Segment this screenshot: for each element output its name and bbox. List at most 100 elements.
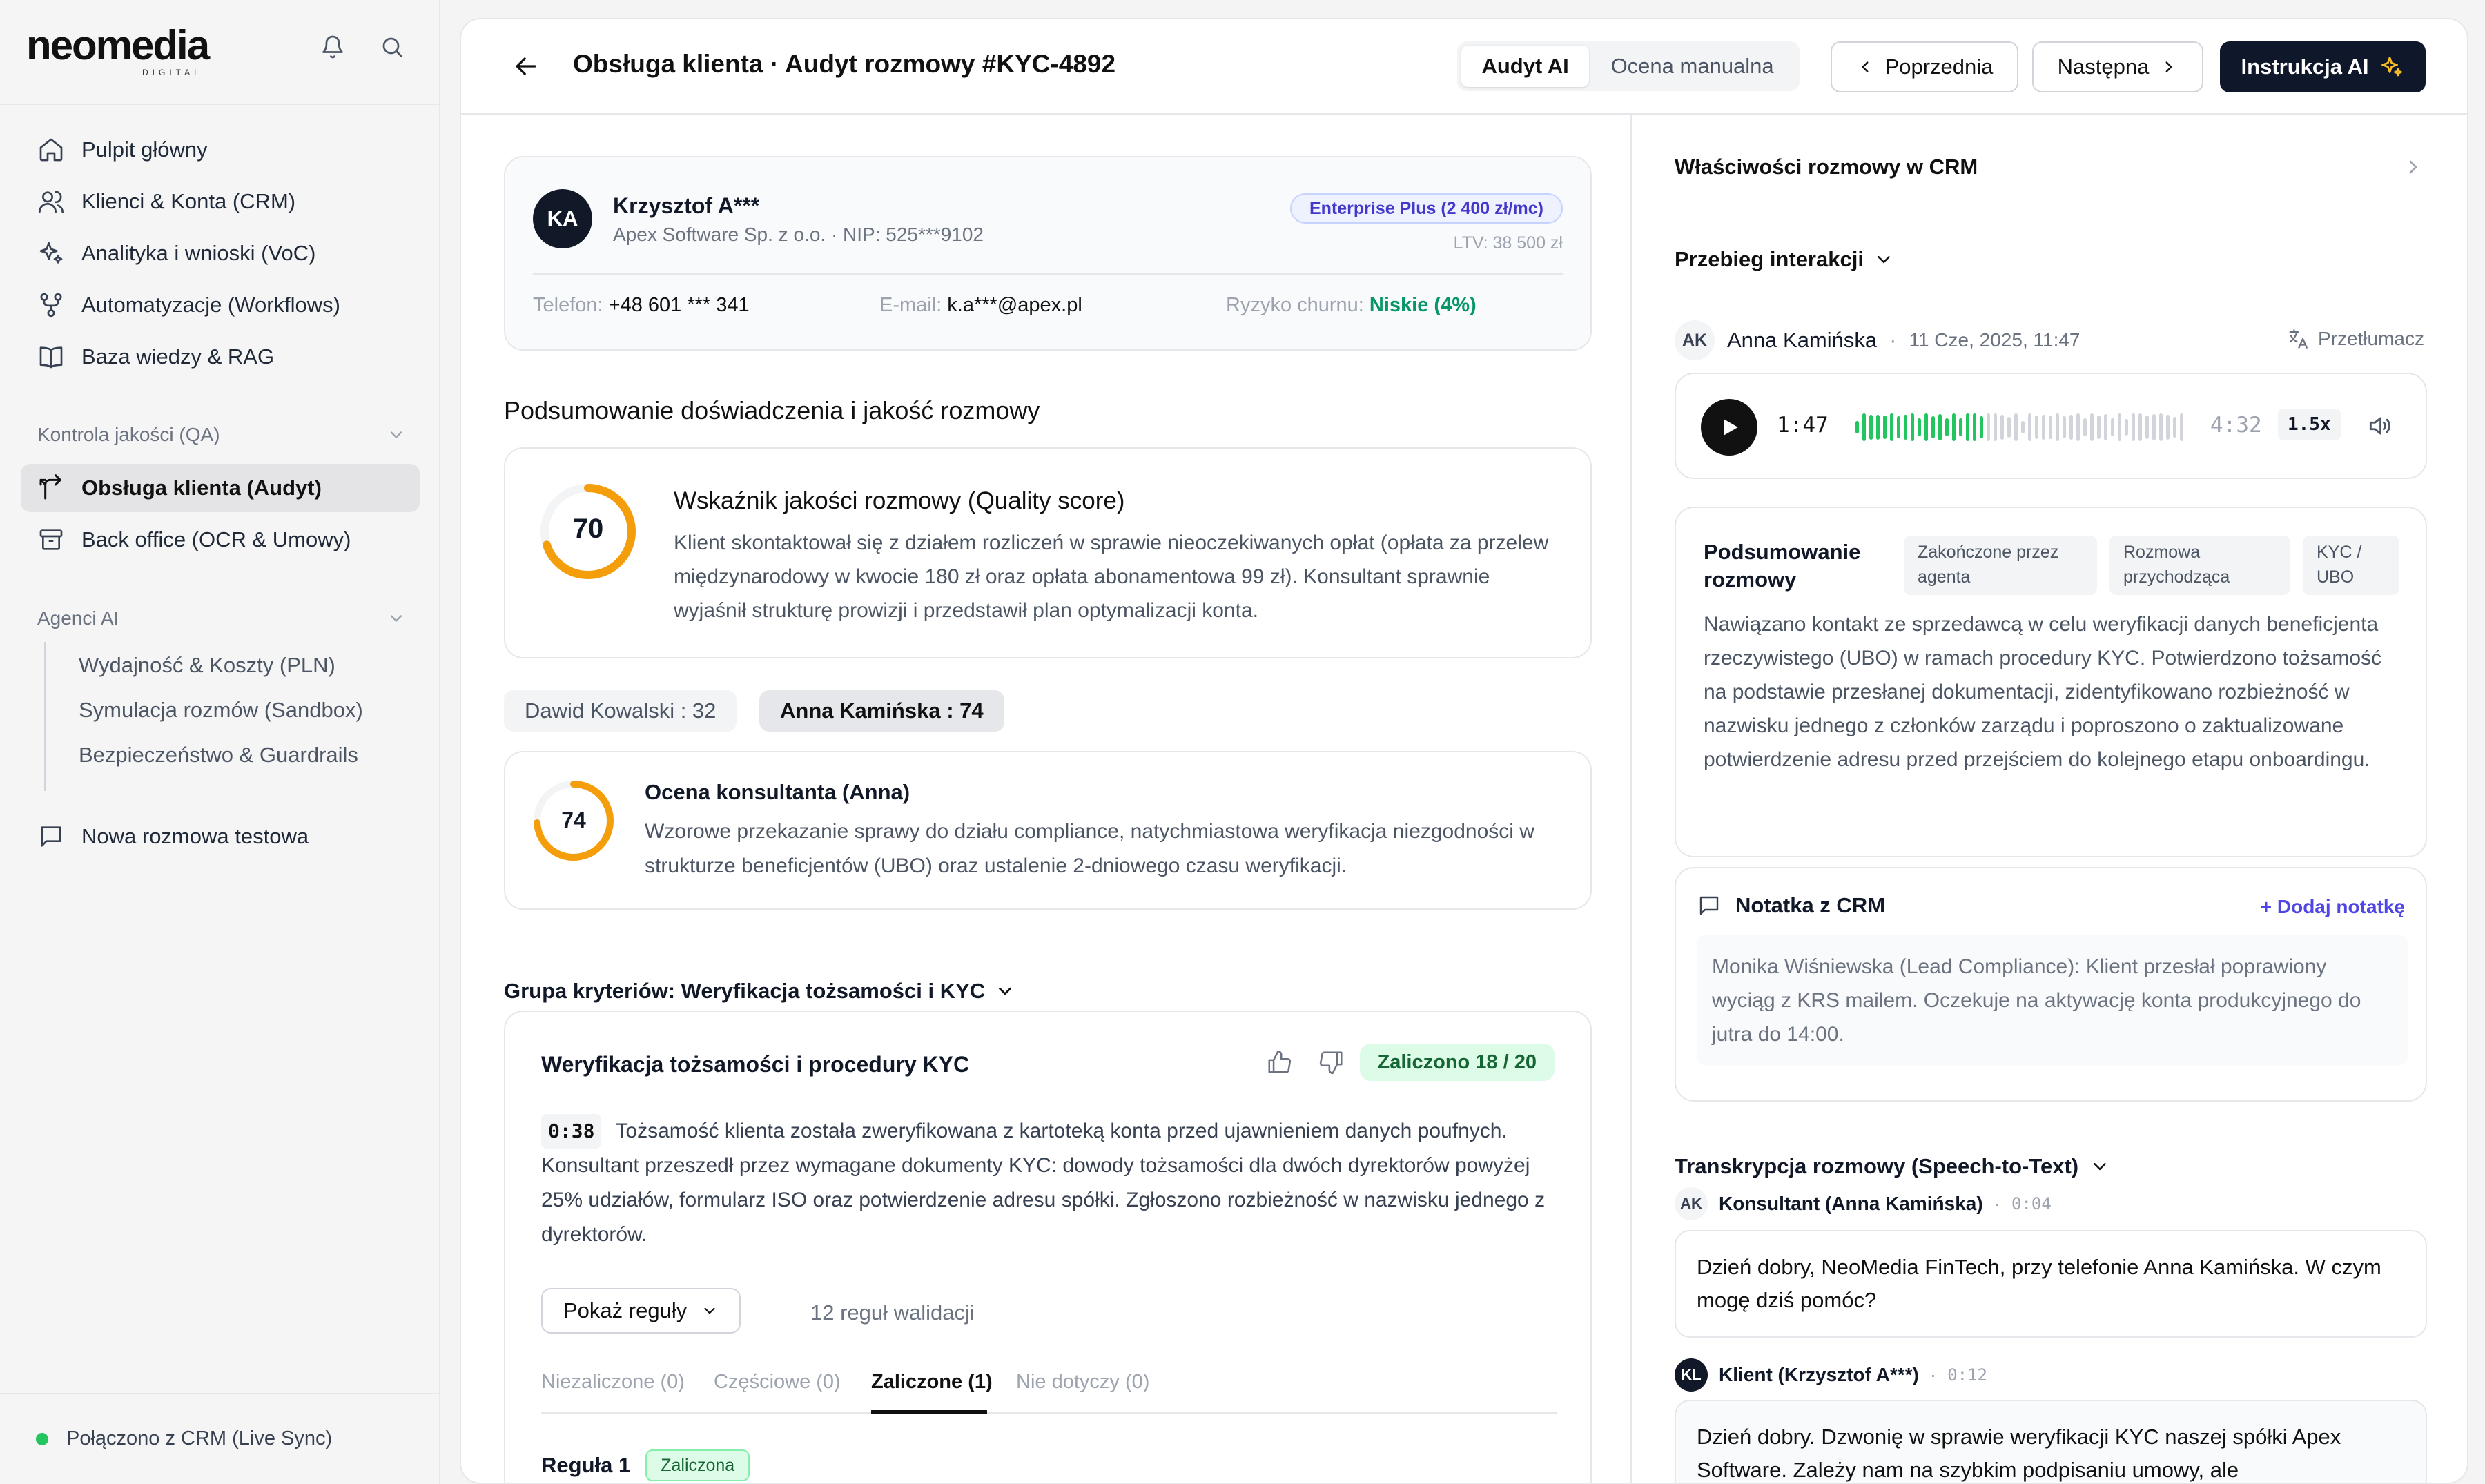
nav-item-back-office[interactable]: Back office (OCR & Umowy): [21, 516, 420, 564]
client-phone: Telefon: +48 601 *** 341: [533, 294, 750, 317]
volume-icon[interactable]: [2366, 413, 2393, 439]
email-value[interactable]: k.a***@apex.pl: [947, 294, 1082, 316]
translate-button[interactable]: Przetłumacz: [2286, 327, 2424, 351]
ai-instruction-label: Instrukcja AI: [2241, 55, 2369, 79]
main-panel: Obsługa klienta · Audyt rozmowy #KYC-489…: [460, 18, 2468, 1484]
waveform[interactable]: [1855, 407, 2183, 447]
client-divider: [533, 273, 1563, 275]
plan-badge: Enterprise Plus (2 400 zł/mc): [1289, 193, 1563, 224]
add-note-button[interactable]: + Dodaj notatkę: [2261, 896, 2405, 918]
previous-button[interactable]: Poprzednia: [1831, 41, 2018, 92]
ai-instruction-button[interactable]: Instrukcja AI: [2220, 41, 2426, 92]
sub-item-sandbox[interactable]: Symulacja rozmów (Sandbox): [79, 698, 363, 723]
nav-label: Nowa rozmowa testowa: [81, 824, 309, 848]
crm-note-card: Notatka z CRM + Dodaj notatkę Monika Wiś…: [1675, 867, 2427, 1102]
call-summary-title: Podsumowanie rozmowy: [1704, 540, 1861, 592]
play-icon: [1724, 419, 1738, 436]
brand-logo[interactable]: neomedia DIGITAL: [26, 23, 210, 78]
nav-label: Analityka i wnioski (VoC): [81, 241, 316, 265]
criteria-title: Weryfikacja tożsamości i procedury KYC: [541, 1052, 970, 1077]
call-summary-text: Nawiązano kontakt ze sprzedawcą w celu w…: [1704, 613, 2382, 771]
agents-subnav: Wydajność & Koszty (PLN) Symulacja rozmó…: [44, 642, 363, 791]
sub-item-guardrails[interactable]: Bezpieczeństwo & Guardrails: [79, 743, 358, 768]
criteria-description: Tożsamość klienta została zweryfikowana …: [541, 1120, 1546, 1246]
playback-speed-button[interactable]: 1.5x: [2278, 409, 2341, 440]
page-title: Obsługa klienta · Audyt rozmowy #KYC-489…: [573, 50, 1116, 78]
tab-not-applicable[interactable]: Nie dotyczy (0): [1016, 1371, 1149, 1394]
home-icon: [39, 138, 63, 162]
nav-item-analytics[interactable]: Analityka i wnioski (VoC): [21, 229, 420, 277]
bell-icon[interactable]: [320, 35, 345, 59]
nav-item-crm[interactable]: Klienci & Konta (CRM): [21, 177, 420, 226]
play-button[interactable]: [1701, 399, 1757, 456]
nav-item-dashboard[interactable]: Pulpit główny: [21, 126, 420, 174]
agent-tab-anna[interactable]: Anna Kamińska : 74: [759, 690, 1004, 732]
topbar: Obsługa klienta · Audyt rozmowy #KYC-489…: [461, 19, 2467, 115]
waveform-bar: [2014, 413, 2018, 441]
search-icon[interactable]: [380, 35, 405, 59]
total-time: 4:32: [2210, 413, 2262, 438]
nav-label: Pulpit główny: [81, 137, 208, 162]
sparkles-icon: [39, 242, 63, 264]
nav-item-workflows[interactable]: Automatyzacje (Workflows): [21, 281, 420, 329]
waveform-bar: [1869, 415, 1873, 440]
churn-label: Ryzyko churnu:: [1226, 294, 1364, 316]
waveform-bar: [2056, 413, 2059, 441]
crm-note-header: Notatka z CRM: [1697, 893, 1885, 918]
interaction-flow-row[interactable]: Przebieg interakcji: [1675, 247, 2424, 272]
users-icon: [39, 191, 64, 213]
show-rules-button[interactable]: Pokaż reguły: [541, 1288, 741, 1334]
message-bubble: Dzień dobry. Dzwonię w sprawie weryfikac…: [1675, 1400, 2427, 1483]
timecode-link[interactable]: 0:38: [541, 1114, 602, 1149]
transcript-header[interactable]: Transkrypcja rozmowy (Speech-to-Text): [1675, 1154, 2110, 1179]
message-timestamp[interactable]: 0:04: [2011, 1194, 2052, 1213]
thumbs-down-icon[interactable]: [1318, 1049, 1345, 1075]
mode-manual-tab[interactable]: Ocena manualna: [1589, 46, 1795, 87]
summary-heading: Podsumowanie doświadczenia i jakość rozm…: [504, 396, 1040, 424]
chat-icon: [41, 826, 61, 847]
tab-partial[interactable]: Częściowe (0): [714, 1371, 841, 1394]
rules-count: 12 reguł walidacji: [810, 1300, 975, 1325]
tab-failed[interactable]: Niezaliczone (0): [541, 1371, 685, 1394]
criteria-group-dropdown[interactable]: Grupa kryteriów: Weryfikacja tożsamości …: [504, 979, 1015, 1004]
email-label: E-mail:: [879, 294, 942, 316]
crm-properties-row[interactable]: Właściwości rozmowy w CRM: [1675, 155, 2424, 179]
agent-tab-dawid[interactable]: Dawid Kowalski : 32: [504, 690, 737, 732]
separator-dot: ·: [1889, 328, 1897, 352]
speaker-name: Anna Kamińska: [1727, 328, 1878, 352]
current-time: 1:47: [1777, 413, 1829, 438]
waveform-bar: [2152, 413, 2156, 441]
crm-status: Połączono z CRM (Live Sync): [36, 1427, 332, 1450]
message-avatar: KL: [1675, 1358, 1708, 1392]
nav-item-knowledge[interactable]: Baza wiedzy & RAG: [21, 333, 420, 381]
waveform-bar: [1924, 413, 1928, 441]
nav-item-customer-audit[interactable]: Obsługa klienta (Audyt): [21, 464, 420, 512]
waveform-bar: [1890, 413, 1893, 441]
back-arrow-icon[interactable]: [511, 51, 541, 81]
nav-item-new-chat[interactable]: Nowa rozmowa testowa: [21, 812, 420, 861]
waveform-bar: [2063, 416, 2066, 438]
waveform-bar: [2111, 418, 2114, 436]
waveform-bar: [2125, 418, 2128, 436]
next-button[interactable]: Następna: [2032, 41, 2203, 92]
mode-ai-tab[interactable]: Audyt AI: [1461, 46, 1590, 87]
thumbs-up-icon[interactable]: [1266, 1049, 1292, 1075]
waveform-bar: [1973, 413, 1976, 441]
waveform-bar: [1980, 416, 1983, 439]
client-avatar: KA: [533, 189, 592, 248]
sub-item-performance[interactable]: Wydajność & Koszty (PLN): [79, 653, 335, 678]
client-company: Apex Software Sp. z o.o. · NIP: 525***91…: [613, 224, 984, 245]
phone-value[interactable]: +48 601 *** 341: [609, 294, 750, 316]
nav-label: Obsługa klienta (Audyt): [81, 476, 322, 500]
client-ltv: LTV: 38 500 zł: [1453, 233, 1563, 253]
nav-label: Klienci & Konta (CRM): [81, 189, 296, 213]
interaction-flow-title: Przebieg interakcji: [1675, 247, 1894, 272]
client-name[interactable]: Krzysztof A***: [613, 193, 759, 219]
waveform-bar: [2090, 413, 2094, 441]
section-qa[interactable]: Kontrola jakości (QA): [37, 424, 406, 446]
tab-passed[interactable]: Zaliczone (1): [871, 1371, 993, 1394]
quality-score-card: 70 Wskaźnik jakości rozmowy (Quality sco…: [504, 447, 1592, 658]
message-timestamp[interactable]: 0:12: [1947, 1365, 1987, 1385]
waveform-bar: [2097, 416, 2101, 439]
section-agents[interactable]: Agenci AI: [37, 607, 406, 629]
